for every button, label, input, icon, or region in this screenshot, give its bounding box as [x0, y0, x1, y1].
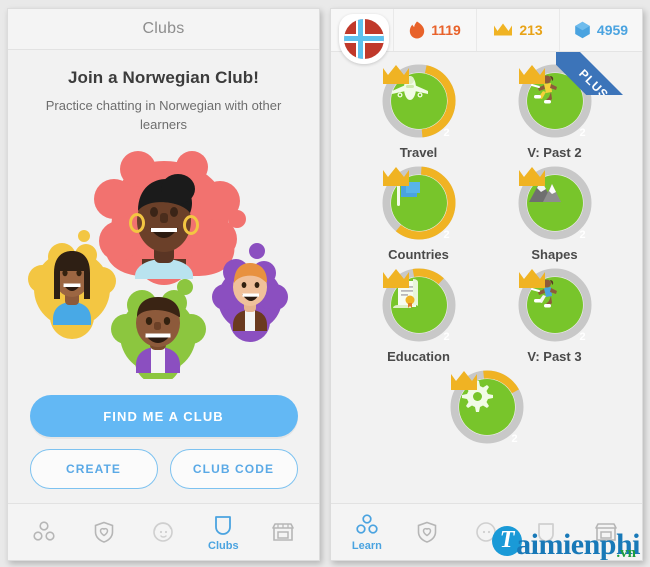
skill-education[interactable]: 2 Education [364, 268, 474, 364]
tab-learn[interactable] [18, 520, 70, 544]
streak-count: 1119 [431, 22, 461, 38]
crown-level: 2 [511, 433, 518, 445]
streak-stat[interactable]: 1119 [393, 9, 476, 51]
skill-ring: 2 [518, 268, 592, 343]
clubs-shield-icon [215, 515, 232, 535]
tab-shop[interactable] [580, 520, 632, 544]
tab-shield[interactable] [401, 520, 453, 544]
skill-label: Countries [388, 247, 449, 262]
create-club-button[interactable]: CREATE [29, 449, 158, 489]
left-bottom-nav: Clubs [8, 503, 319, 560]
learn-circles-icon [356, 513, 378, 534]
find-me-a-club-button[interactable]: FIND ME A CLUB [29, 395, 298, 437]
clubs-screen: Clubs Join a Norwegian Club! Practice ch… [7, 8, 320, 561]
skill-v-past-2[interactable]: 2 V: Past 2 [500, 64, 610, 160]
tab-clubs-label: Clubs [208, 539, 239, 552]
clubs-headline: Join a Norwegian Club! [67, 68, 260, 87]
crown-badge [382, 65, 409, 84]
skill-label: V: Past 3 [527, 349, 582, 364]
skill-row: 2 Travel 2 V: Past 2 [331, 64, 642, 160]
learn-tree-screen: 1119 213 4959 PLUS 2 Travel 2 V: Past 2 … [330, 8, 643, 561]
crown-badge [518, 167, 545, 186]
skill-ring: 2 [382, 268, 456, 343]
skill-shapes[interactable]: 2 Shapes [500, 166, 610, 262]
language-flag-button[interactable] [331, 9, 393, 64]
secondary-button-row: CREATE CLUB CODE [29, 449, 298, 489]
crown-level: 2 [443, 229, 450, 241]
clubs-shield-icon [538, 523, 555, 542]
profile-face-icon [476, 522, 497, 542]
gem-count: 4959 [596, 22, 629, 38]
crown-badge [382, 269, 409, 288]
skill-gear[interactable]: 2 [432, 370, 542, 445]
clubs-content: Join a Norwegian Club! Practice chatting… [8, 50, 319, 503]
illustration-svg [27, 150, 288, 384]
shield-heart-icon [417, 521, 436, 543]
skill-label: Education [387, 349, 450, 364]
crown-level: 2 [579, 331, 586, 343]
tab-learn-label: Learn [351, 539, 382, 552]
skill-ring: 2 [518, 166, 592, 241]
crown-badge [382, 167, 409, 186]
skill-label: Travel [399, 145, 438, 160]
tab-clubs[interactable] [520, 520, 572, 544]
skill-row: 2 [331, 370, 642, 445]
crown-level: 2 [443, 127, 450, 139]
tab-clubs[interactable]: Clubs [197, 513, 249, 552]
clubs-title-bar: Clubs [8, 9, 319, 50]
stats-bar: 1119 213 4959 [331, 9, 642, 64]
crown-count: 213 [519, 22, 543, 38]
crown-level: 2 [579, 229, 586, 241]
skill-label: Shapes [531, 247, 578, 262]
streak-flame-icon [409, 21, 425, 39]
skill-row: 2 Education 2 V: Past 3 [331, 268, 642, 364]
crown-level: 2 [443, 331, 450, 343]
crown-badge [450, 371, 477, 390]
learn-circles-icon [33, 521, 55, 541]
skill-countries[interactable]: 2 Countries [364, 166, 474, 262]
screenshot-stage: Clubs Join a Norwegian Club! Practice ch… [0, 0, 650, 567]
crown-icon [494, 23, 513, 36]
clubs-actions: FIND ME A CLUB CREATE CLUB CODE [8, 395, 319, 489]
norway-flag-icon [339, 14, 389, 64]
skill-ring: 2 [518, 64, 592, 139]
tab-profile[interactable] [137, 520, 189, 544]
clubs-subheadline: Practice chatting in Norwegian with othe… [45, 98, 282, 132]
crown-level: 2 [579, 127, 586, 139]
skill-row: 2 Countries 2 Shapes [331, 166, 642, 262]
skill-ring: 2 [450, 370, 524, 445]
crown-badge [518, 269, 545, 288]
skill-ring: 2 [382, 166, 456, 241]
club-code-button[interactable]: CLUB CODE [169, 449, 298, 489]
gem-icon [575, 21, 590, 39]
club-members-illustration [14, 139, 314, 384]
profile-face-icon [153, 522, 174, 542]
skill-v-past-3[interactable]: 2 V: Past 3 [500, 268, 610, 364]
skill-tree: 2 Travel 2 V: Past 2 2 Countries 2 Shape… [331, 52, 642, 503]
right-bottom-nav: Learn [331, 503, 642, 560]
shield-heart-icon [94, 521, 113, 543]
shop-store-icon [595, 523, 617, 541]
crown-badge [518, 65, 545, 84]
page-title: Clubs [142, 20, 185, 37]
skill-ring: 2 [382, 64, 456, 139]
tab-learn[interactable]: Learn [341, 513, 393, 552]
tab-shop[interactable] [257, 520, 309, 544]
shop-store-icon [272, 523, 294, 541]
crown-stat[interactable]: 213 [476, 9, 559, 51]
tab-profile[interactable] [460, 520, 512, 544]
skill-label: V: Past 2 [527, 145, 582, 160]
gem-stat[interactable]: 4959 [559, 9, 642, 51]
tab-shield[interactable] [78, 520, 130, 544]
skill-travel[interactable]: 2 Travel [364, 64, 474, 160]
